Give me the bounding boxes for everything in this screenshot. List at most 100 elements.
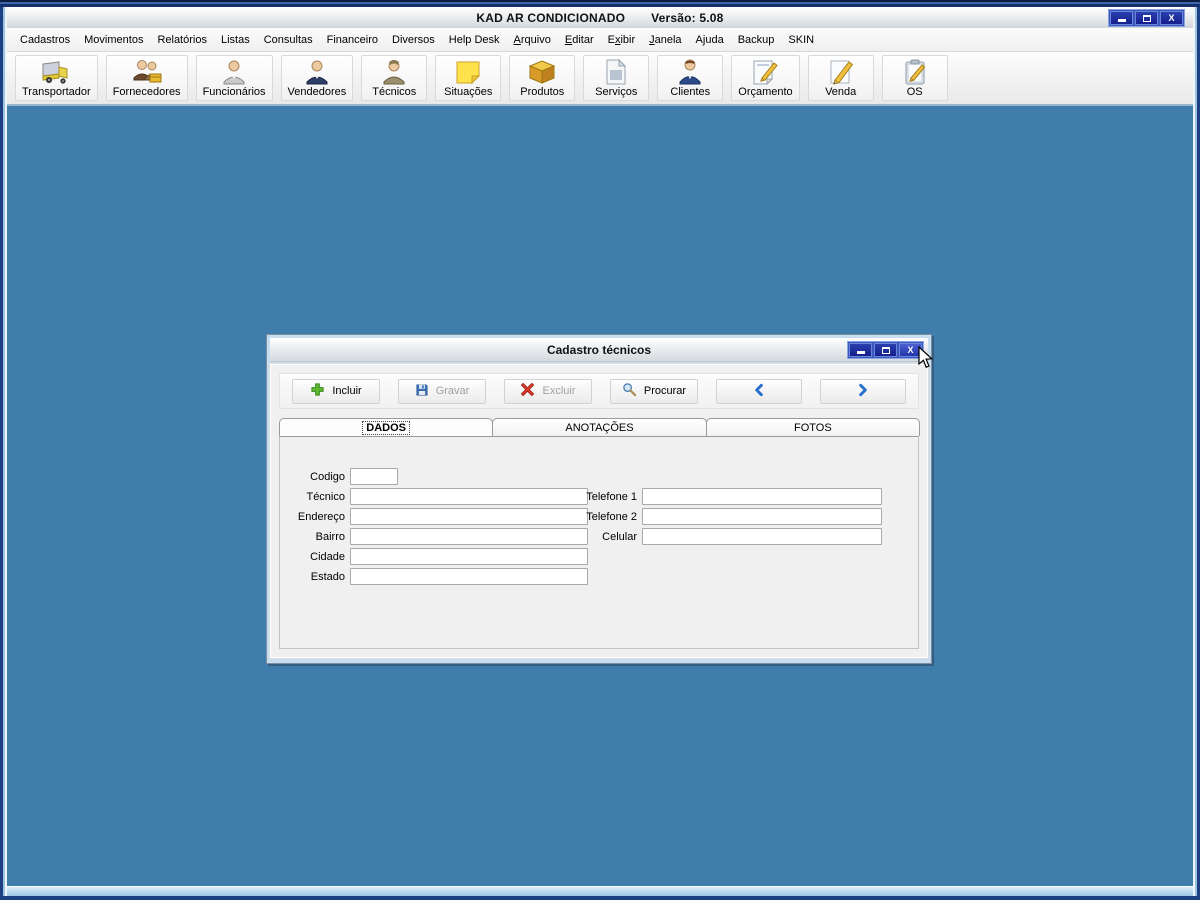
dialog-minimize-button[interactable] xyxy=(849,343,872,357)
toolbar-button-produtos[interactable]: Produtos xyxy=(509,55,576,101)
dialog-title-bar[interactable]: Cadastro técnicos X xyxy=(270,338,928,362)
tab-dados[interactable]: DADOS xyxy=(279,418,494,436)
dialog-tabs: DADOS ANOTAÇÕES FOTOS xyxy=(279,418,920,436)
procurar-label: Procurar xyxy=(643,385,687,397)
toolbar-button-label: Vendedores xyxy=(287,86,347,98)
menu-movimentos[interactable]: Movimentos xyxy=(77,30,150,50)
cidade-field[interactable] xyxy=(350,548,588,565)
incluir-label: Incluir xyxy=(332,385,362,397)
chevron-right-icon xyxy=(856,383,870,400)
toolbar-button-label: OS xyxy=(906,86,923,98)
dialog-toolbar: Incluir Gravar Excluir Procurar xyxy=(279,373,919,409)
tecnico-field[interactable] xyxy=(350,488,588,505)
tecnico-label: Técnico xyxy=(306,490,345,503)
endereco-field[interactable] xyxy=(350,508,588,525)
maximize-button[interactable] xyxy=(1135,11,1158,25)
save-floppy-icon xyxy=(415,383,429,400)
excluir-button[interactable]: Excluir xyxy=(504,378,592,404)
toolbar-button-label: Transportador xyxy=(22,86,91,98)
toolbar-button-label: Situações xyxy=(444,86,493,98)
technician-icon xyxy=(380,58,408,86)
toolbar-button-venda[interactable]: Venda xyxy=(807,55,874,101)
next-record-button[interactable] xyxy=(820,378,906,404)
toolbar-button-fornecedores[interactable]: Fornecedores xyxy=(105,55,188,101)
window-frame-top xyxy=(0,0,1200,7)
tab-fotos[interactable]: FOTOS xyxy=(705,418,920,436)
toolbar-button-orcamento[interactable]: Orçamento xyxy=(731,55,800,101)
client-icon xyxy=(676,58,704,86)
cidade-label: Cidade xyxy=(310,550,345,563)
dialog-title: Cadastro técnicos xyxy=(546,342,652,357)
bairro-field[interactable] xyxy=(350,528,588,545)
excluir-label: Excluir xyxy=(542,385,576,397)
toolbar-button-os[interactable]: OS xyxy=(881,55,948,101)
sticky-note-icon xyxy=(453,58,483,86)
menu-ajuda[interactable]: Ajuda xyxy=(689,30,731,50)
dialog-close-button[interactable]: X xyxy=(899,343,922,357)
notepad-pencil-icon xyxy=(750,58,780,86)
menu-backup[interactable]: Backup xyxy=(731,30,782,50)
bairro-label: Bairro xyxy=(315,530,345,543)
telefone2-label: Telefone 2 xyxy=(586,510,637,523)
menu-listas[interactable]: Listas xyxy=(214,30,257,50)
procurar-button[interactable]: Procurar xyxy=(610,378,698,404)
codigo-label: Codigo xyxy=(310,470,345,483)
menu-diversos[interactable]: Diversos xyxy=(385,30,442,50)
maximize-icon xyxy=(1142,14,1151,22)
toolbar-button-transportador[interactable]: Transportador xyxy=(15,55,98,101)
toolbar-button-servicos[interactable]: Serviços xyxy=(583,55,650,101)
menu-financeiro[interactable]: Financeiro xyxy=(320,30,385,50)
telefone1-field[interactable] xyxy=(642,488,882,505)
estado-field[interactable] xyxy=(350,568,588,585)
telefone2-field[interactable] xyxy=(642,508,882,525)
tab-dados-label: DADOS xyxy=(362,420,411,435)
clipboard-pencil-icon xyxy=(902,58,928,86)
window-frame-bottom xyxy=(0,896,1200,900)
toolbar-button-tecnicos[interactable]: Técnicos xyxy=(361,55,428,101)
previous-record-button[interactable] xyxy=(716,378,802,404)
app-version: Versão: 5.08 xyxy=(651,10,724,25)
tab-fotos-label: FOTOS xyxy=(793,421,832,434)
dialog-window-controls: X xyxy=(847,341,924,359)
toolbar-button-vendedores[interactable]: Vendedores xyxy=(280,55,354,101)
minimize-icon xyxy=(1117,19,1126,22)
dialog-maximize-button[interactable] xyxy=(874,343,897,357)
dialog-body: Incluir Gravar Excluir Procurar DADOS AN… xyxy=(269,363,929,659)
search-icon xyxy=(622,382,637,400)
menu-editar[interactable]: Editar xyxy=(558,30,601,50)
codigo-field[interactable] xyxy=(350,468,398,485)
menu-janela[interactable]: Janela xyxy=(642,30,688,50)
toolbar-button-label: Funcionários xyxy=(202,86,266,98)
toolbar-button-label: Produtos xyxy=(520,86,565,98)
celular-label: Celular xyxy=(602,530,637,543)
tab-anotacoes-label: ANOTAÇÕES xyxy=(565,421,634,434)
endereco-label: Endereço xyxy=(297,510,345,523)
toolbar-button-clientes[interactable]: Clientes xyxy=(657,55,724,101)
pencil-icon xyxy=(827,58,855,86)
tab-anotacoes[interactable]: ANOTAÇÕES xyxy=(492,418,707,436)
celular-field[interactable] xyxy=(642,528,882,545)
menu-exibir[interactable]: Exibir xyxy=(601,30,643,50)
menu-arquivo[interactable]: Arquivo xyxy=(507,30,558,50)
menu-bar: Cadastros Movimentos Relatórios Listas C… xyxy=(7,28,1193,52)
menu-help-desk[interactable]: Help Desk xyxy=(442,30,507,50)
minimize-button[interactable] xyxy=(1110,11,1133,25)
close-button[interactable]: X xyxy=(1160,11,1183,25)
menu-skin[interactable]: SKIN xyxy=(781,30,821,50)
maximize-icon xyxy=(881,346,890,354)
suppliers-icon xyxy=(131,58,163,86)
toolbar-button-label: Fornecedores xyxy=(112,86,181,98)
menu-relatorios[interactable]: Relatórios xyxy=(150,30,214,50)
toolbar-button-situacoes[interactable]: Situações xyxy=(435,55,502,101)
toolbar-button-funcionarios[interactable]: Funcionários xyxy=(195,55,273,101)
gravar-button[interactable]: Gravar xyxy=(398,378,486,404)
box-icon xyxy=(527,58,557,86)
application-window: KAD AR CONDICIONADO Versão: 5.08 X Cadas… xyxy=(0,0,1200,900)
title-bar: KAD AR CONDICIONADO Versão: 5.08 X xyxy=(7,7,1193,28)
toolbar-button-label: Clientes xyxy=(670,86,711,98)
toolbar-button-label: Orçamento xyxy=(738,86,793,98)
menu-consultas[interactable]: Consultas xyxy=(257,30,320,50)
menu-cadastros[interactable]: Cadastros xyxy=(13,30,77,50)
window-controls: X xyxy=(1108,9,1185,27)
incluir-button[interactable]: Incluir xyxy=(292,378,380,404)
